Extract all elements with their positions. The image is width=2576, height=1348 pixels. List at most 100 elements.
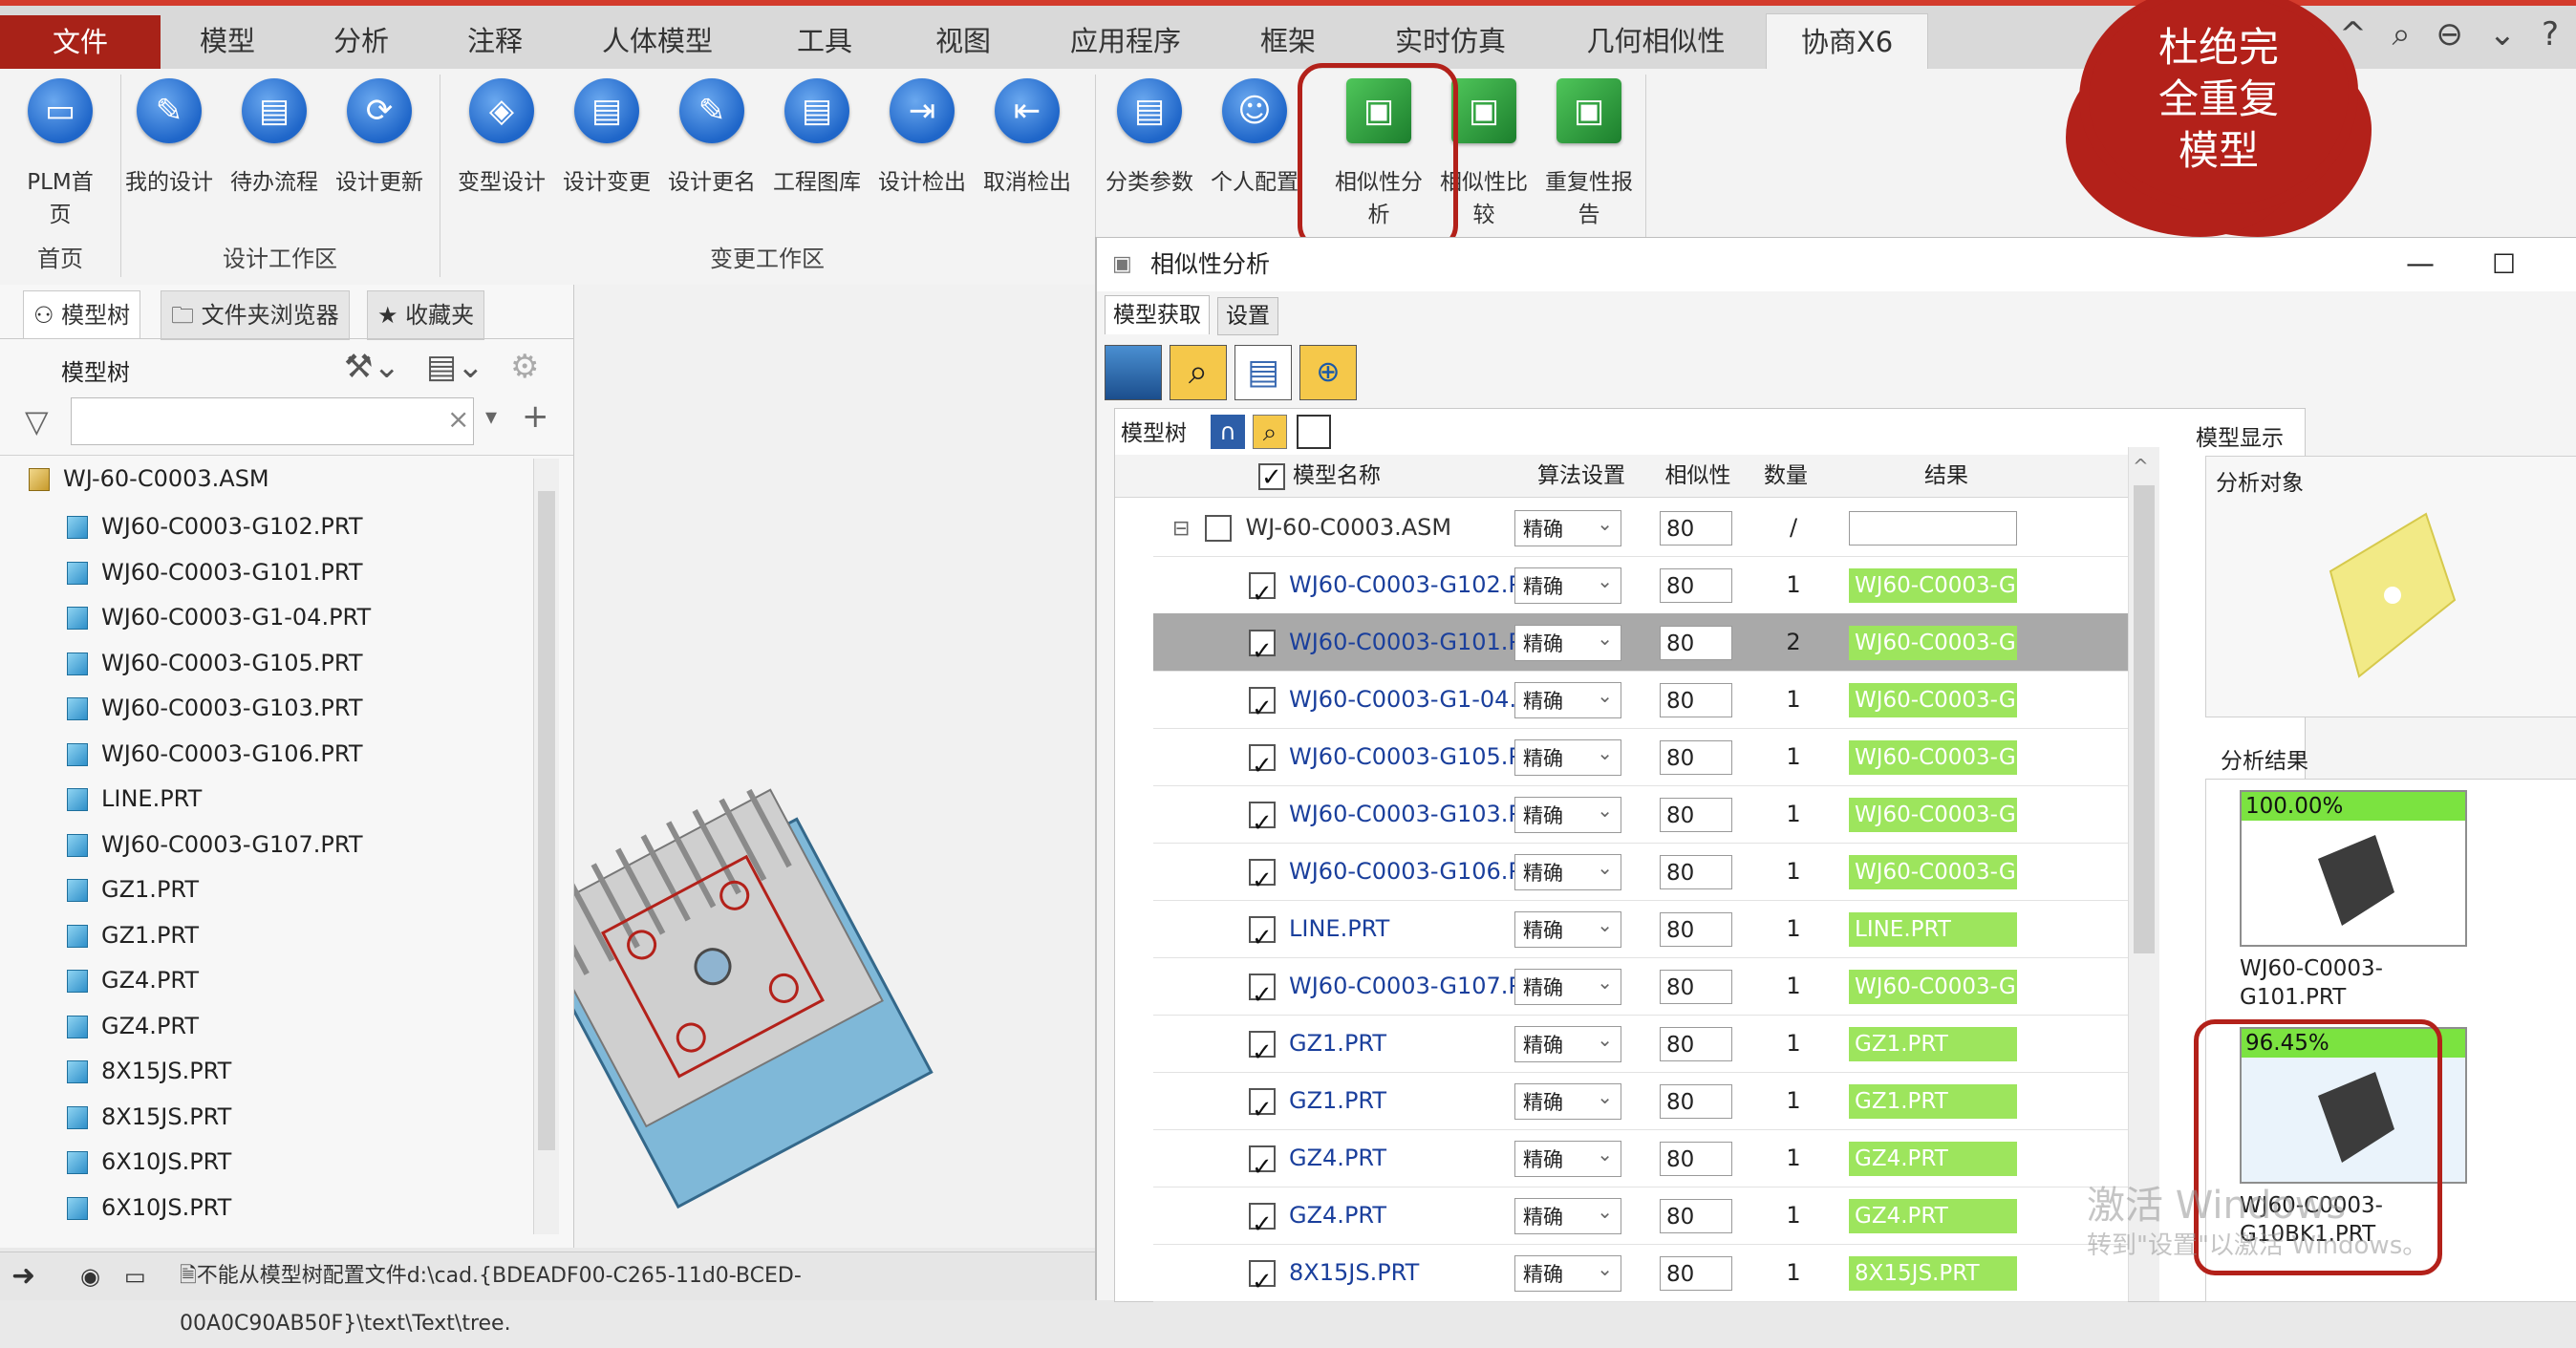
zoom-icon[interactable]: ⌕ — [1253, 415, 1287, 449]
ribbon-button[interactable]: ✎ 我的设计 — [118, 78, 220, 199]
similarity-input[interactable]: 80 — [1660, 740, 1732, 775]
algorithm-select[interactable]: 精确 — [1514, 1193, 1621, 1234]
ribbon-tab[interactable]: 实时仿真 — [1355, 13, 1546, 69]
row-checkbox[interactable] — [1249, 1139, 1276, 1187]
result-value[interactable]: GZ4.PRT — [1849, 1142, 2017, 1176]
ribbon-tab[interactable]: 框架 — [1221, 13, 1355, 69]
ribbon-tab[interactable]: 应用程序 — [1030, 13, 1221, 69]
tab-favorites[interactable]: ★ 收藏夹 — [367, 290, 485, 340]
tree-item[interactable]: WJ60-C0003-G102.PRT — [67, 504, 362, 548]
result-value[interactable]: WJ60-C0003-G — [1849, 626, 2017, 660]
ribbon-button[interactable]: ⇤ 取消检出 — [977, 78, 1078, 199]
table-row[interactable]: WJ60-C0003-G105.PR精确 80 1 WJ60-C0003-G — [1153, 728, 2128, 786]
tab-model-acquire[interactable]: 模型获取 — [1105, 295, 1210, 334]
ribbon-tab[interactable]: 视图 — [896, 13, 1030, 69]
search-folder-icon[interactable]: ⌕ — [1170, 345, 1227, 400]
result-value[interactable]: WJ60-C0003-G — [1849, 798, 2017, 832]
ribbon-button[interactable]: ▤ 设计变更 — [556, 78, 657, 199]
similarity-input[interactable]: 80 — [1660, 855, 1732, 889]
algorithm-select[interactable]: 精确 — [1514, 563, 1621, 604]
select-all-checkbox[interactable] — [1258, 457, 1285, 497]
ribbon-tab[interactable]: 人体模型 — [562, 13, 753, 69]
table-scrollbar[interactable]: ^ — [2128, 447, 2159, 1301]
arrow-icon[interactable]: ➜ — [11, 1252, 35, 1300]
ribbon-tab[interactable]: 几何相似性 — [1546, 13, 1766, 69]
algorithm-select[interactable]: 精确 — [1514, 964, 1621, 1005]
column-header[interactable]: 结果 — [1841, 455, 2051, 497]
row-checkbox[interactable] — [1249, 1253, 1276, 1301]
algorithm-select[interactable]: 精确 — [1514, 505, 1621, 546]
algorithm-select[interactable]: 精确 — [1514, 1136, 1621, 1177]
ribbon-button[interactable]: ⇥ 设计检出 — [871, 78, 973, 199]
ribbon-tab[interactable]: 注释 — [428, 13, 562, 69]
algorithm-select[interactable]: 精确 — [1514, 677, 1621, 718]
column-header[interactable]: 相似性 — [1660, 455, 1736, 497]
ribbon-button[interactable]: ▭ PLM首 页 — [10, 78, 111, 231]
ribbon-button[interactable]: ▤ 工程图库 — [766, 78, 868, 199]
result-value[interactable]: WJ60-C0003-G — [1849, 970, 2017, 1004]
tree-item[interactable]: GZ1.PRT — [67, 913, 199, 957]
result-value[interactable]: WJ60-C0003-G — [1849, 683, 2017, 717]
table-row[interactable]: WJ60-C0003-G101.PR精确 80 2 WJ60-C0003-G — [1153, 613, 2128, 672]
tree-columns-icon[interactable]: ▤⌄ — [426, 348, 484, 386]
table-row[interactable]: GZ4.PRT 精确 80 1 GZ4.PRT — [1153, 1187, 2128, 1245]
maximize-button[interactable]: ☐ — [2492, 238, 2516, 291]
tree-scrollbar-thumb[interactable] — [538, 491, 555, 1150]
similarity-input[interactable]: 80 — [1660, 568, 1732, 603]
tree-item[interactable]: WJ60-C0003-G106.PRT — [67, 732, 362, 776]
result-value[interactable]: GZ1.PRT — [1849, 1084, 2017, 1119]
add-folder-icon[interactable]: ⊕ — [1299, 345, 1357, 400]
tree-item[interactable]: WJ60-C0003-G1-04.PRT — [67, 595, 371, 639]
table-row[interactable]: WJ60-C0003-G107.PR精确 80 1 WJ60-C0003-G — [1153, 957, 2128, 1016]
algorithm-select[interactable]: 精确 — [1514, 1021, 1621, 1062]
table-row[interactable]: GZ1.PRT 精确 80 1 GZ1.PRT — [1153, 1015, 2128, 1073]
search-dropdown-icon[interactable]: ▾ — [485, 403, 497, 430]
ribbon-tab[interactable]: 模型 — [161, 13, 294, 69]
result-value[interactable]: WJ60-C0003-G — [1849, 568, 2017, 603]
row-checkbox[interactable] — [1249, 1196, 1276, 1244]
table-scrollbar-thumb[interactable] — [2134, 485, 2155, 953]
algorithm-select[interactable]: 精确 — [1514, 1251, 1621, 1292]
tree-settings-icon[interactable]: ⚒⌄ — [344, 348, 400, 386]
tree-item[interactable]: GZ4.PRT — [67, 958, 199, 1002]
table-row[interactable]: 8X15JS.PRT 精确 80 1 8X15JS.PRT — [1153, 1244, 2128, 1302]
tree-item[interactable]: LINE.PRT — [67, 777, 202, 821]
similarity-input[interactable]: 80 — [1660, 511, 1732, 546]
similarity-input[interactable]: 80 — [1660, 626, 1732, 660]
table-row[interactable]: LINE.PRT 精确 80 1 LINE.PRT — [1153, 900, 2128, 958]
similarity-input[interactable]: 80 — [1660, 1199, 1732, 1233]
table-row[interactable]: GZ1.PRT 精确 80 1 GZ1.PRT — [1153, 1072, 2128, 1130]
ribbon-tab[interactable]: 文件 — [0, 15, 161, 69]
ribbon-button[interactable]: ◈ 变型设计 — [451, 78, 552, 199]
ribbon-button[interactable]: ⟳ 设计更新 — [329, 78, 430, 199]
column-header[interactable]: 模型名称 — [1258, 455, 1507, 497]
similarity-input[interactable]: 80 — [1660, 912, 1732, 947]
tree-item[interactable]: 6X10JS.PRT — [67, 1140, 231, 1184]
tree-root[interactable]: WJ-60-C0003.ASM — [29, 457, 269, 501]
document-icon[interactable]: ▤ — [1234, 345, 1292, 400]
table-row[interactable]: WJ60-C0003-G1-04.P精确 80 1 WJ60-C0003-G — [1153, 671, 2128, 729]
table-row[interactable]: GZ4.PRT 精确 80 1 GZ4.PRT — [1153, 1129, 2128, 1188]
ribbon-button[interactable]: ☺ 个人配置 — [1204, 78, 1305, 199]
3d-viewport[interactable] — [574, 285, 1095, 1248]
row-checkbox[interactable] — [1205, 515, 1233, 542]
ribbon-tab[interactable]: 分析 — [294, 13, 428, 69]
scroll-up-icon[interactable]: ^ — [2133, 455, 2149, 478]
ribbon-button[interactable]: ▤ 分类参数 — [1099, 78, 1200, 199]
tree-search-input[interactable] — [71, 397, 474, 445]
expand-icon[interactable]: ∩ — [1211, 415, 1245, 449]
result-thumbnail[interactable]: 100.00% — [2240, 790, 2467, 947]
tree-item[interactable]: WJ60-C0003-G105.PRT — [67, 641, 362, 685]
tree-item[interactable]: WJ60-C0003-G107.PRT — [67, 823, 362, 867]
table-row[interactable]: WJ60-C0003-G103.PR精确 80 1 WJ60-C0003-G — [1153, 785, 2128, 844]
table-row[interactable]: WJ60-C0003-G102.PR精确 80 1 WJ60-C0003-G — [1153, 556, 2128, 614]
similarity-input[interactable]: 80 — [1660, 1256, 1732, 1291]
row-checkbox[interactable] — [1249, 852, 1276, 900]
similarity-input[interactable]: 80 — [1660, 1084, 1732, 1119]
table-row[interactable]: WJ60-C0003-G106.PR精确 80 1 WJ60-C0003-G — [1153, 843, 2128, 901]
clear-icon[interactable]: × — [447, 403, 469, 435]
row-checkbox[interactable] — [1249, 1024, 1276, 1072]
algorithm-select[interactable]: 精确 — [1514, 1079, 1621, 1120]
tab-file-browser[interactable]: 🗀 文件夹浏览器 — [161, 290, 350, 340]
ribbon-button[interactable]: ▤ 待办流程 — [224, 78, 325, 199]
